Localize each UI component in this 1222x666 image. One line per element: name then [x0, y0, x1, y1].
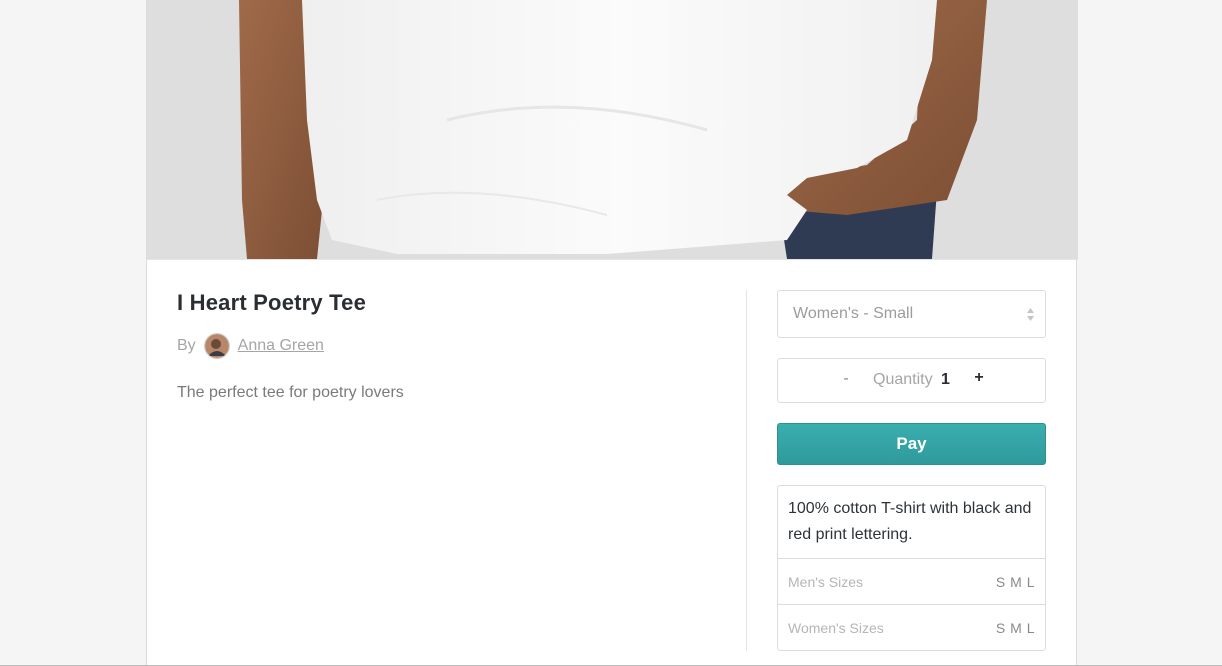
size-select-value: Women's - Small: [793, 305, 914, 322]
avatar-photo: [204, 334, 229, 358]
pay-button[interactable]: Pay: [777, 423, 1046, 465]
quantity-stepper: - Quantity 1 +: [777, 358, 1046, 403]
quantity-label: Quantity: [873, 371, 933, 388]
product-title: I Heart Poetry Tee: [177, 290, 367, 315]
author-avatar[interactable]: [203, 333, 230, 359]
size-row-values: S M L: [995, 573, 1035, 590]
quantity-value: 1: [941, 371, 950, 388]
author-link[interactable]: Anna Green: [238, 337, 324, 355]
column-divider: [746, 290, 747, 651]
product-details-box: 100% cotton T-shirt with black and red p…: [777, 485, 1046, 651]
size-select[interactable]: Women's - Small: [777, 290, 1046, 338]
size-row-values: S M L: [995, 619, 1035, 636]
size-row-label: Men's Sizes: [788, 573, 864, 590]
details-text: 100% cotton T-shirt with black and red p…: [788, 500, 1032, 543]
quantity-decrease-button[interactable]: -: [838, 370, 854, 388]
sort-arrows-icon: [1027, 308, 1034, 321]
product-image: [147, 0, 1078, 260]
size-row-mens: Men's Sizes S M L: [778, 558, 1045, 604]
size-row-label: Women's Sizes: [788, 619, 884, 636]
size-row-womens: Women's Sizes S M L: [778, 604, 1045, 650]
author-byline: By Anna Green: [177, 332, 324, 360]
quantity-increase-button[interactable]: +: [971, 369, 987, 387]
by-label: By: [177, 337, 196, 354]
product-card: I Heart Poetry Tee By Anna Green The per…: [146, 0, 1078, 666]
product-description: The perfect tee for poetry lovers: [177, 384, 404, 401]
